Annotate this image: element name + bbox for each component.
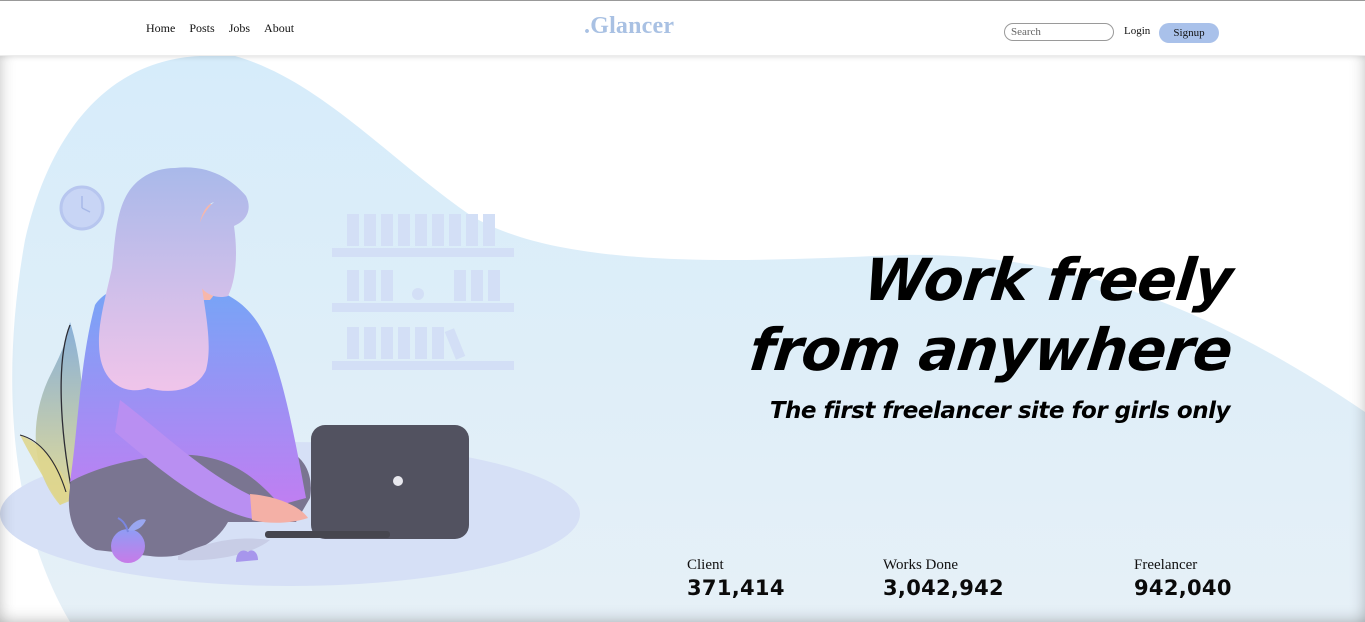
- brand-logo[interactable]: .Glancer: [584, 13, 674, 40]
- sprout-icon: [236, 550, 258, 562]
- headline-line-1: Work freely: [861, 246, 1236, 314]
- stat-label: Client: [687, 557, 724, 573]
- hero-headline: Work freely from anywhere: [747, 245, 1236, 385]
- nav-link-about[interactable]: About: [264, 21, 294, 36]
- nav-links: Home Posts Jobs About: [146, 21, 294, 36]
- laptop-base: [265, 531, 390, 538]
- hero-subheadline: The first freelancer site for girls only: [769, 398, 1231, 424]
- stat-client: Client 371,414: [687, 557, 785, 600]
- search-input[interactable]: [1004, 23, 1114, 41]
- nav-link-posts[interactable]: Posts: [189, 21, 214, 36]
- navbar: Home Posts Jobs About .Glancer Login Sig…: [0, 1, 1365, 56]
- nav-link-jobs[interactable]: Jobs: [229, 21, 250, 36]
- stat-value: 3,042,942: [883, 576, 1004, 600]
- headline-line-2: from anywhere: [746, 316, 1236, 384]
- stat-value: 942,040: [1134, 576, 1232, 600]
- login-link[interactable]: Login: [1124, 25, 1150, 37]
- signup-button[interactable]: Signup: [1159, 23, 1219, 43]
- stat-label: Works Done: [883, 557, 959, 573]
- stat-value: 371,414: [687, 576, 785, 600]
- nav-link-home[interactable]: Home: [146, 21, 175, 36]
- stat-freelancer: Freelancer 942,040: [1134, 557, 1232, 600]
- laptop-logo-icon: [393, 476, 403, 486]
- stat-works-done: Works Done 3,042,942: [883, 557, 1004, 600]
- stat-label: Freelancer: [1134, 557, 1198, 573]
- laptop-screen: [311, 425, 469, 539]
